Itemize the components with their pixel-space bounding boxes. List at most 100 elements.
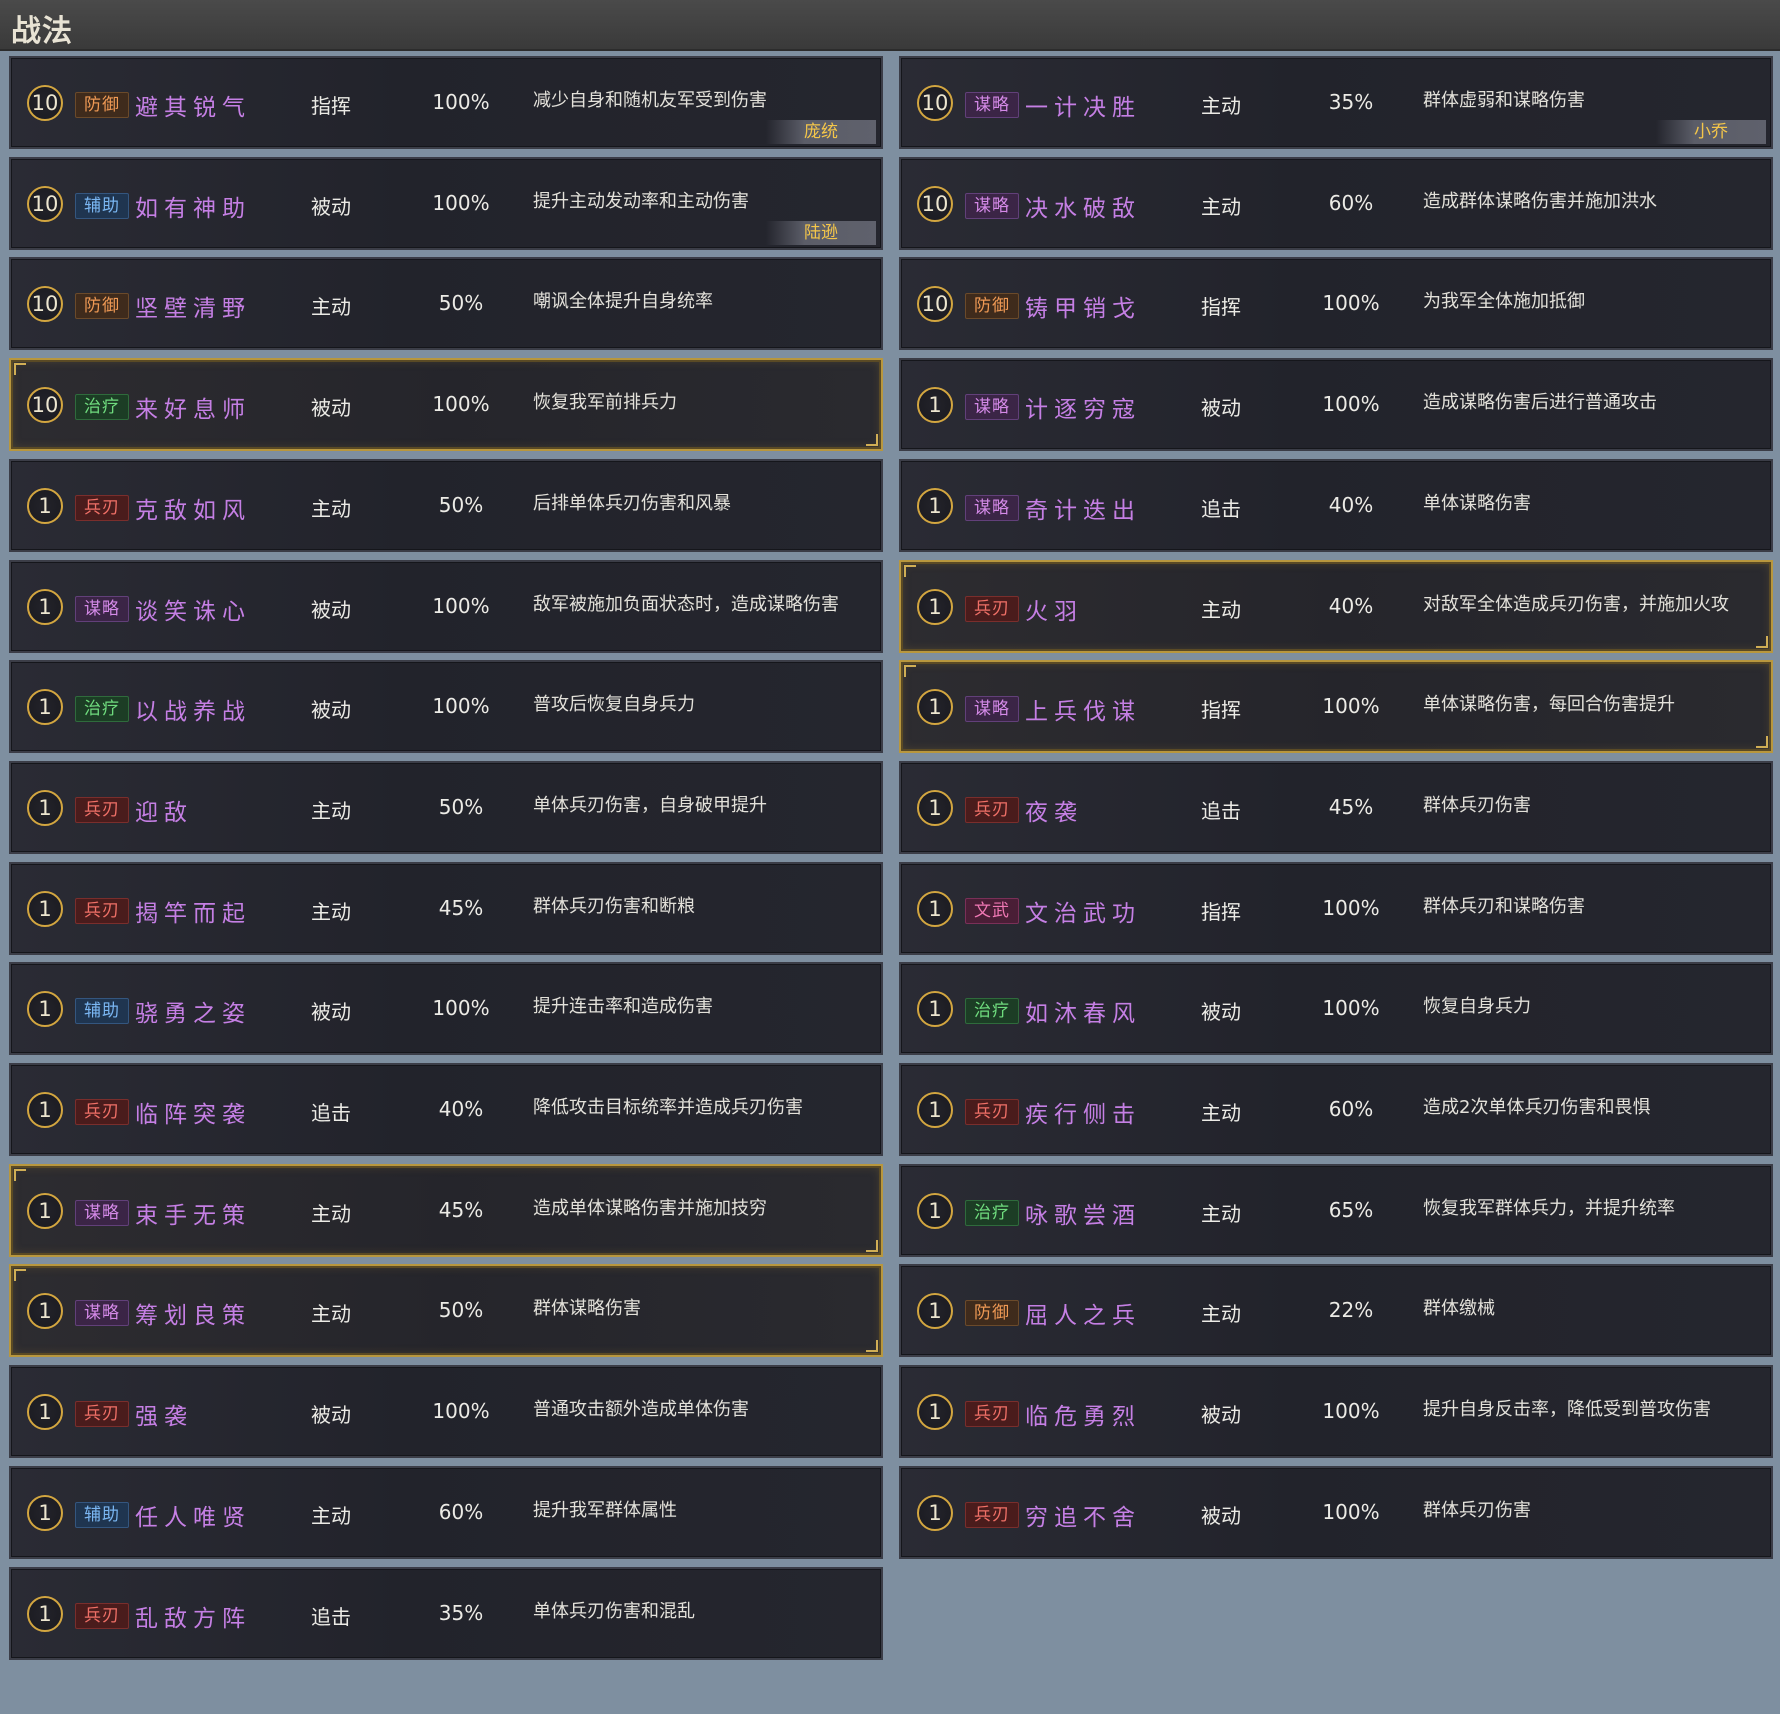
skill-name: 迎敌	[135, 800, 193, 826]
skill-description: 提升自身反击率，降低受到普攻伤害	[1423, 1399, 1711, 1420]
skill-description: 提升我军群体属性	[533, 1500, 677, 1521]
skill-row[interactable]: 10 辅助 如有神助 被动 100% 提升主动发动率和主动伤害 陆逊	[9, 157, 883, 250]
skill-row[interactable]: 1 兵刃 夜袭 追击 45% 群体兵刃伤害	[899, 761, 1773, 854]
skill-description: 后排单体兵刃伤害和风暴	[533, 493, 731, 514]
skill-description: 普攻后恢复自身兵力	[533, 694, 695, 715]
level-badge: 1	[917, 991, 953, 1027]
skill-type: 主动	[1201, 94, 1241, 118]
skill-row[interactable]: 1 文武 文治武功 指挥 100% 群体兵刃和谋略伤害	[899, 862, 1773, 955]
level-badge: 1	[917, 689, 953, 725]
skill-description: 恢复自身兵力	[1423, 996, 1531, 1017]
level-badge: 10	[917, 85, 953, 121]
skill-type: 主动	[1201, 598, 1241, 622]
skill-row[interactable]: 1 兵刃 穷追不舍 被动 100% 群体兵刃伤害	[899, 1466, 1773, 1559]
skill-row[interactable]: 1 防御 屈人之兵 主动 22% 群体缴械	[899, 1264, 1773, 1357]
skill-rate: 100%	[432, 1399, 490, 1423]
skill-row[interactable]: 1 治疗 如沐春风 被动 100% 恢复自身兵力	[899, 962, 1773, 1055]
level-badge: 1	[917, 891, 953, 927]
skill-rate: 100%	[1322, 694, 1380, 718]
level-badge: 1	[27, 488, 63, 524]
skill-description: 提升主动发动率和主动伤害	[533, 191, 749, 212]
skill-row[interactable]: 1 谋略 奇计迭出 追击 40% 单体谋略伤害	[899, 459, 1773, 552]
skill-row[interactable]: 1 兵刃 临危勇烈 被动 100% 提升自身反击率，降低受到普攻伤害	[899, 1365, 1773, 1458]
skill-type: 主动	[1201, 1302, 1241, 1326]
skill-row[interactable]: 1 兵刃 临阵突袭 追击 40% 降低攻击目标统率并造成兵刃伤害	[9, 1063, 883, 1156]
skill-type: 被动	[311, 698, 351, 722]
skill-row[interactable]: 10 治疗 来好息师 被动 100% 恢复我军前排兵力	[9, 358, 883, 451]
skill-row[interactable]: 1 兵刃 强袭 被动 100% 普通攻击额外造成单体伤害	[9, 1365, 883, 1458]
skill-description: 单体谋略伤害	[1423, 493, 1531, 514]
skill-row[interactable]: 1 谋略 上兵伐谋 指挥 100% 单体谋略伤害，每回合伤害提升	[899, 660, 1773, 753]
skill-row[interactable]: 10 防御 避其锐气 指挥 100% 减少自身和随机友军受到伤害 庞统	[9, 56, 883, 149]
skill-row[interactable]: 1 兵刃 疾行侧击 主动 60% 造成2次单体兵刃伤害和畏惧	[899, 1063, 1773, 1156]
level-badge: 10	[917, 286, 953, 322]
page-title: 战法	[11, 14, 73, 49]
skill-type: 追击	[311, 1605, 351, 1629]
skill-rate: 50%	[438, 1298, 484, 1322]
skill-row[interactable]: 10 谋略 决水破敌 主动 60% 造成群体谋略伤害并施加洪水	[899, 157, 1773, 250]
level-badge: 1	[917, 488, 953, 524]
level-badge: 1	[27, 891, 63, 927]
skill-name: 上兵伐谋	[1025, 699, 1141, 725]
skill-type: 追击	[1201, 799, 1241, 823]
skill-rate: 50%	[438, 291, 484, 315]
category-tag: 谋略	[965, 193, 1019, 219]
skill-row[interactable]: 1 谋略 计逐穷寇 被动 100% 造成谋略伤害后进行普通攻击	[899, 358, 1773, 451]
skill-description: 群体虚弱和谋略伤害	[1423, 90, 1585, 111]
skill-type: 被动	[1201, 1504, 1241, 1528]
skill-row[interactable]: 1 辅助 任人唯贤 主动 60% 提升我军群体属性	[9, 1466, 883, 1559]
skill-row[interactable]: 1 谋略 束手无策 主动 45% 造成单体谋略伤害并施加技穷	[9, 1164, 883, 1257]
skill-type: 主动	[1201, 195, 1241, 219]
skill-description: 群体兵刃伤害和断粮	[533, 896, 695, 917]
category-tag: 兵刃	[75, 495, 129, 521]
skill-description: 群体谋略伤害	[533, 1298, 641, 1319]
skill-row[interactable]: 1 兵刃 克敌如风 主动 50% 后排单体兵刃伤害和风暴	[9, 459, 883, 552]
category-tag: 兵刃	[75, 898, 129, 924]
skill-type: 被动	[311, 1403, 351, 1427]
skill-row[interactable]: 10 防御 坚壁清野 主动 50% 嘲讽全体提升自身统率	[9, 257, 883, 350]
skill-row[interactable]: 1 兵刃 揭竿而起 主动 45% 群体兵刃伤害和断粮	[9, 862, 883, 955]
skill-row[interactable]: 1 辅助 骁勇之姿 被动 100% 提升连击率和造成伤害	[9, 962, 883, 1055]
skill-description: 单体兵刃伤害，自身破甲提升	[533, 795, 767, 816]
skill-row[interactable]: 1 谋略 筹划良策 主动 50% 群体谋略伤害	[9, 1264, 883, 1357]
skill-type: 追击	[311, 1101, 351, 1125]
category-tag: 兵刃	[965, 1502, 1019, 1528]
skill-description: 造成群体谋略伤害并施加洪水	[1423, 191, 1657, 212]
skill-row[interactable]: 1 兵刃 火羽 主动 40% 对敌军全体造成兵刃伤害，并施加火攻	[899, 560, 1773, 653]
skill-rate: 60%	[1328, 191, 1374, 215]
category-tag: 谋略	[965, 495, 1019, 521]
skill-description: 单体谋略伤害，每回合伤害提升	[1423, 694, 1675, 715]
skill-rate: 100%	[432, 90, 490, 114]
skill-row[interactable]: 10 防御 铸甲销戈 指挥 100% 为我军全体施加抵御	[899, 257, 1773, 350]
level-badge: 1	[917, 1293, 953, 1329]
skill-type: 被动	[311, 396, 351, 420]
skill-row[interactable]: 1 治疗 咏歌尝酒 主动 65% 恢复我军群体兵力，并提升统率	[899, 1164, 1773, 1257]
category-tag: 治疗	[75, 394, 129, 420]
skill-rate: 100%	[1322, 1500, 1380, 1524]
category-tag: 治疗	[75, 696, 129, 722]
level-badge: 1	[27, 589, 63, 625]
skill-row[interactable]: 1 谋略 谈笑诛心 被动 100% 敌军被施加负面状态时，造成谋略伤害	[9, 560, 883, 653]
category-tag: 防御	[965, 293, 1019, 319]
skill-row[interactable]: 10 谋略 一计决胜 主动 35% 群体虚弱和谋略伤害 小乔	[899, 56, 1773, 149]
skill-description: 为我军全体施加抵御	[1423, 291, 1585, 312]
skill-row[interactable]: 1 兵刃 乱敌方阵 追击 35% 单体兵刃伤害和混乱	[9, 1567, 883, 1660]
skill-type: 被动	[311, 195, 351, 219]
hero-tag: 陆逊	[766, 221, 876, 245]
skill-type: 主动	[311, 1504, 351, 1528]
top-bar: 战法	[0, 0, 1780, 51]
skill-row[interactable]: 1 兵刃 迎敌 主动 50% 单体兵刃伤害，自身破甲提升	[9, 761, 883, 854]
skill-type: 指挥	[1201, 900, 1241, 924]
skill-rate: 35%	[1328, 90, 1374, 114]
skill-name: 疾行侧击	[1025, 1102, 1141, 1128]
level-badge: 10	[27, 286, 63, 322]
skill-row[interactable]: 1 治疗 以战养战 被动 100% 普攻后恢复自身兵力	[9, 660, 883, 753]
skill-type: 追击	[1201, 497, 1241, 521]
skill-rate: 100%	[432, 996, 490, 1020]
skill-name: 强袭	[135, 1404, 193, 1430]
skill-name: 夜袭	[1025, 800, 1083, 826]
skill-rate: 60%	[438, 1500, 484, 1524]
skill-name: 来好息师	[135, 397, 251, 423]
level-badge: 1	[917, 387, 953, 423]
level-badge: 10	[27, 85, 63, 121]
